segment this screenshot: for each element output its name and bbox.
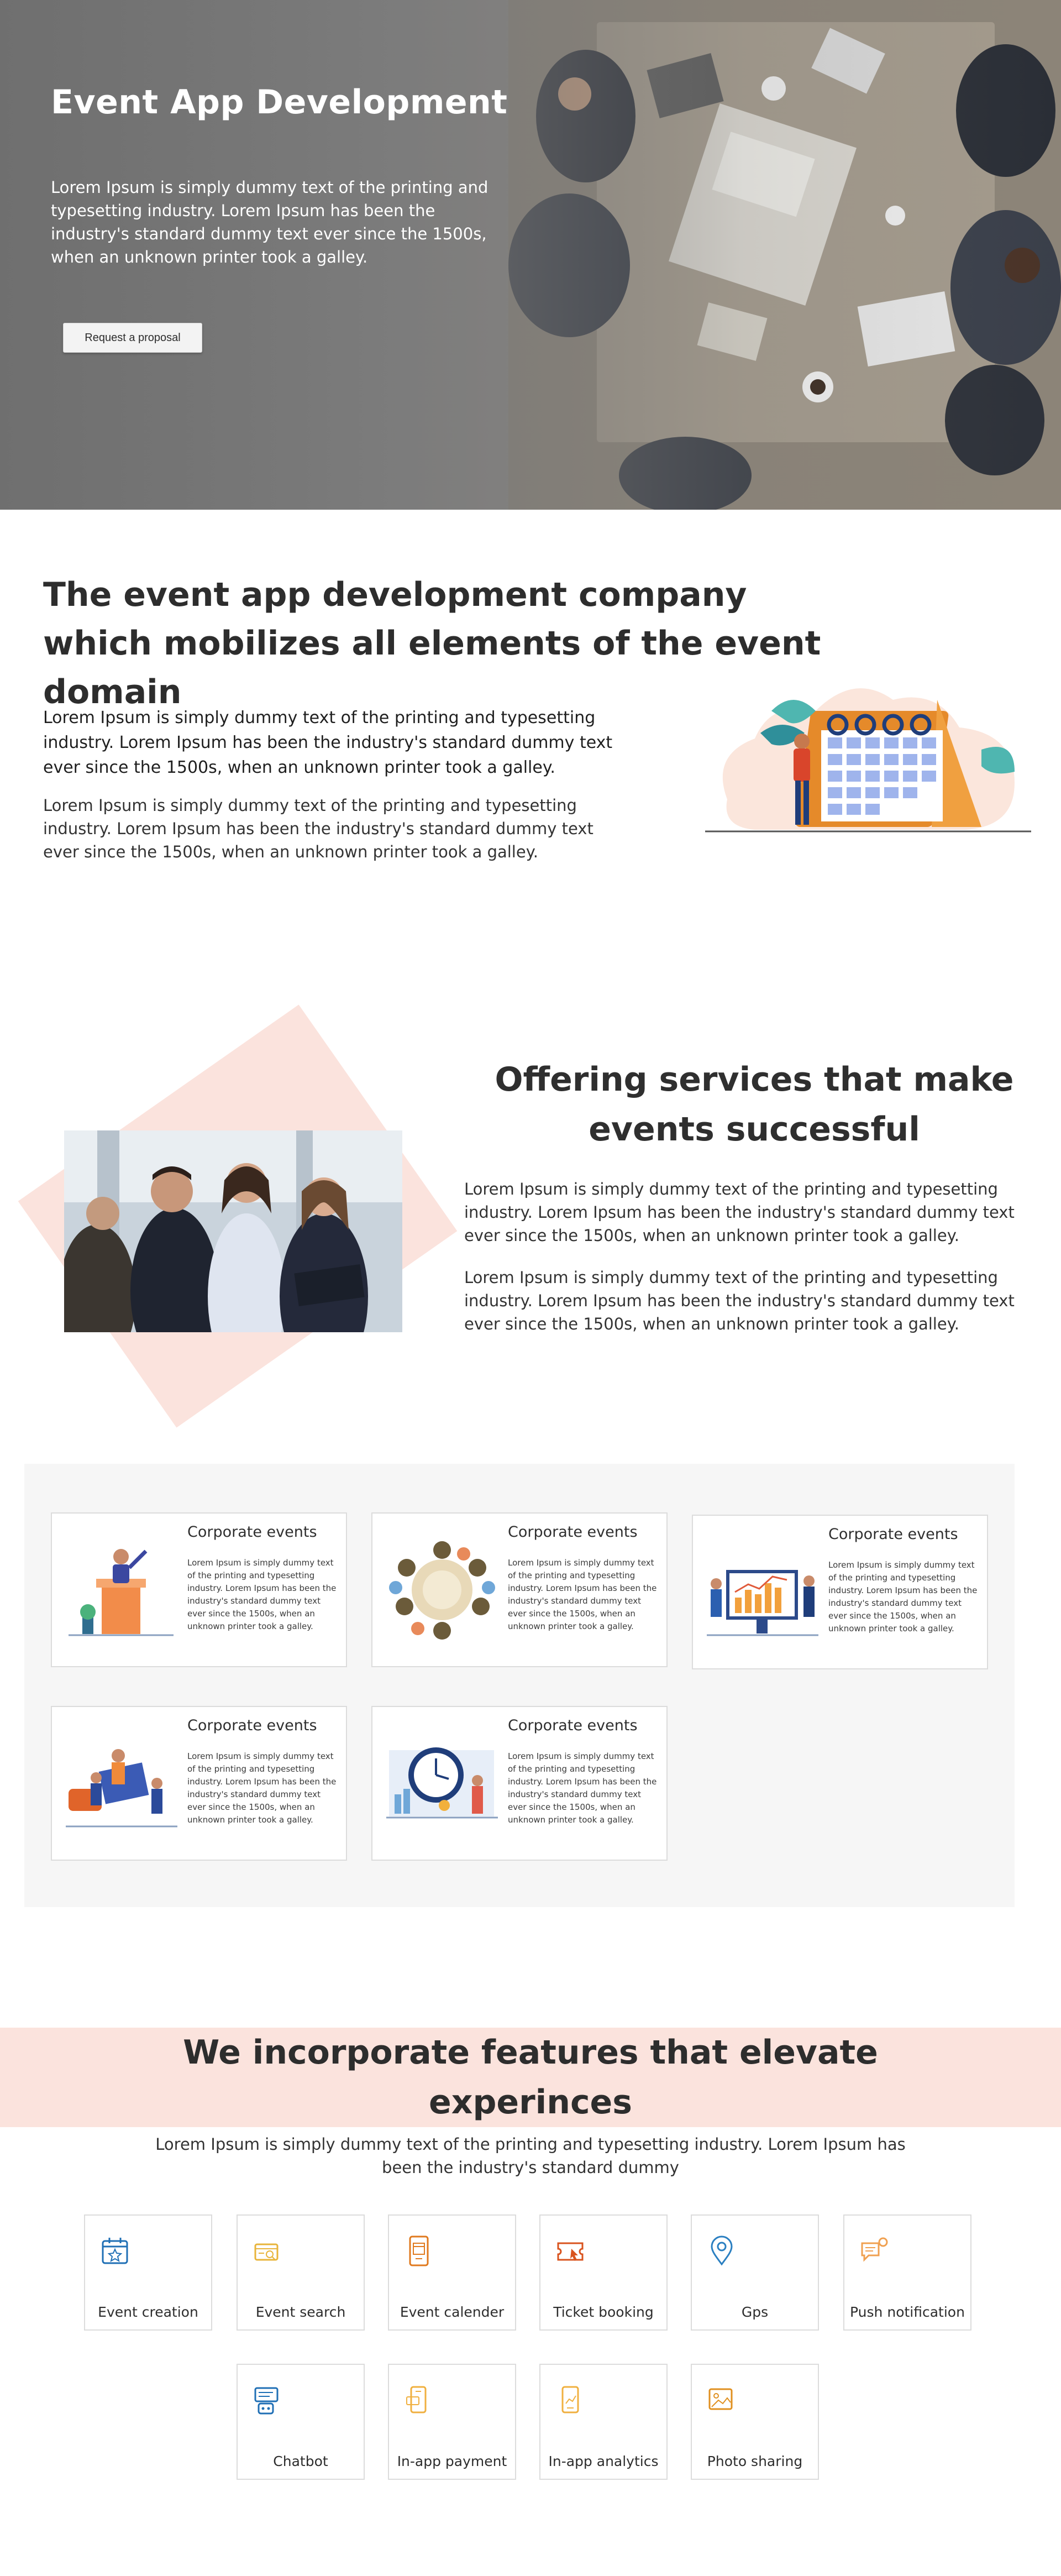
feature-chatbot[interactable]: Chatbot xyxy=(237,2364,365,2480)
calendar-star-icon xyxy=(102,2238,128,2264)
feature-label: Push notification xyxy=(850,2304,965,2320)
feature-photo-sharing[interactable]: Photo sharing xyxy=(691,2364,819,2480)
feature-label: Event calender xyxy=(400,2304,505,2320)
intro-lead: Lorem Ipsum is simply dummy text of the … xyxy=(43,708,613,777)
feature-gps[interactable]: Gps xyxy=(691,2214,819,2331)
phone-payment-icon xyxy=(406,2386,427,2413)
feature-in-app-payment[interactable]: In-app payment xyxy=(388,2364,516,2480)
chatbot-icon xyxy=(254,2387,279,2415)
feature-label: Event search xyxy=(255,2304,346,2320)
card-text: Lorem Ipsum is simply dummy text of the … xyxy=(187,1558,337,1631)
card-title: Corporate events xyxy=(187,1523,317,1541)
notification-chat-icon xyxy=(861,2237,888,2262)
mobile-calendar-icon xyxy=(409,2235,429,2266)
event-card[interactable]: Corporate events Lorem Ipsum is simply d… xyxy=(371,1512,668,1667)
business-handshake-photo xyxy=(64,1130,402,1332)
feature-label: In-app analytics xyxy=(548,2453,659,2469)
speaker-podium-illustration xyxy=(69,1549,174,1636)
feature-label: Ticket booking xyxy=(553,2304,654,2320)
card-title: Corporate events xyxy=(508,1717,638,1734)
services-title: Offering services that make events succe… xyxy=(495,1060,1014,1149)
clock-planning-illustration xyxy=(386,1747,498,1819)
feature-ticket-booking[interactable]: Ticket booking xyxy=(539,2214,668,2331)
features-title: We incorporate features that elevate exp… xyxy=(183,2033,878,2122)
card-title: Corporate events xyxy=(828,1526,958,1543)
feature-event-creation[interactable]: Event creation xyxy=(84,2214,212,2331)
card-text: Lorem Ipsum is simply dummy text of the … xyxy=(187,1751,337,1825)
team-building-illustration xyxy=(66,1749,177,1828)
feature-label: Event creation xyxy=(98,2304,198,2320)
card-text: Lorem Ipsum is simply dummy text of the … xyxy=(828,1560,978,1633)
hero-description: Lorem Ipsum is simply dummy text of the … xyxy=(51,178,489,266)
features-subtitle: Lorem Ipsum is simply dummy text of the … xyxy=(155,2135,906,2177)
feature-in-app-analytics[interactable]: In-app analytics xyxy=(539,2364,668,2480)
photo-icon xyxy=(708,2388,733,2410)
phone-analytics-icon xyxy=(561,2386,579,2413)
request-proposal-button[interactable]: Request a proposal xyxy=(63,323,202,353)
feature-label: Photo sharing xyxy=(707,2453,803,2469)
hero-banner: Event App Development Lorem Ipsum is sim… xyxy=(0,0,1061,510)
services-paragraph-2: Lorem Ipsum is simply dummy text of the … xyxy=(464,1268,1015,1333)
feature-label: In-app payment xyxy=(397,2453,507,2469)
presentation-chart-illustration xyxy=(707,1570,818,1636)
feature-event-calender[interactable]: Event calender xyxy=(388,2214,516,2331)
ticket-cursor-icon xyxy=(557,2242,584,2261)
feature-label: Gps xyxy=(741,2304,769,2320)
intro-text: Lorem Ipsum is simply dummy text of the … xyxy=(43,796,593,861)
hero-title: Event App Development xyxy=(51,83,508,122)
calendar-illustration xyxy=(705,688,1031,833)
round-table-meeting-illustration xyxy=(389,1541,495,1640)
feature-push-notification[interactable]: Push notification xyxy=(843,2214,971,2331)
event-card[interactable]: Corporate events Lorem Ipsum is simply d… xyxy=(371,1706,668,1861)
event-card[interactable]: Corporate events Lorem Ipsum is simply d… xyxy=(51,1706,347,1861)
card-text: Lorem Ipsum is simply dummy text of the … xyxy=(508,1558,657,1631)
feature-event-search[interactable]: Event search xyxy=(237,2214,365,2331)
event-card[interactable]: Corporate events Lorem Ipsum is simply d… xyxy=(692,1515,988,1669)
card-title: Corporate events xyxy=(187,1717,317,1734)
card-text: Lorem Ipsum is simply dummy text of the … xyxy=(508,1751,657,1825)
ticket-search-icon xyxy=(254,2243,279,2261)
event-card[interactable]: Corporate events Lorem Ipsum is simply d… xyxy=(51,1512,347,1667)
services-paragraph-1: Lorem Ipsum is simply dummy text of the … xyxy=(464,1180,1015,1245)
feature-label: Chatbot xyxy=(273,2453,328,2469)
card-title: Corporate events xyxy=(508,1523,638,1541)
location-pin-icon xyxy=(711,2235,733,2266)
